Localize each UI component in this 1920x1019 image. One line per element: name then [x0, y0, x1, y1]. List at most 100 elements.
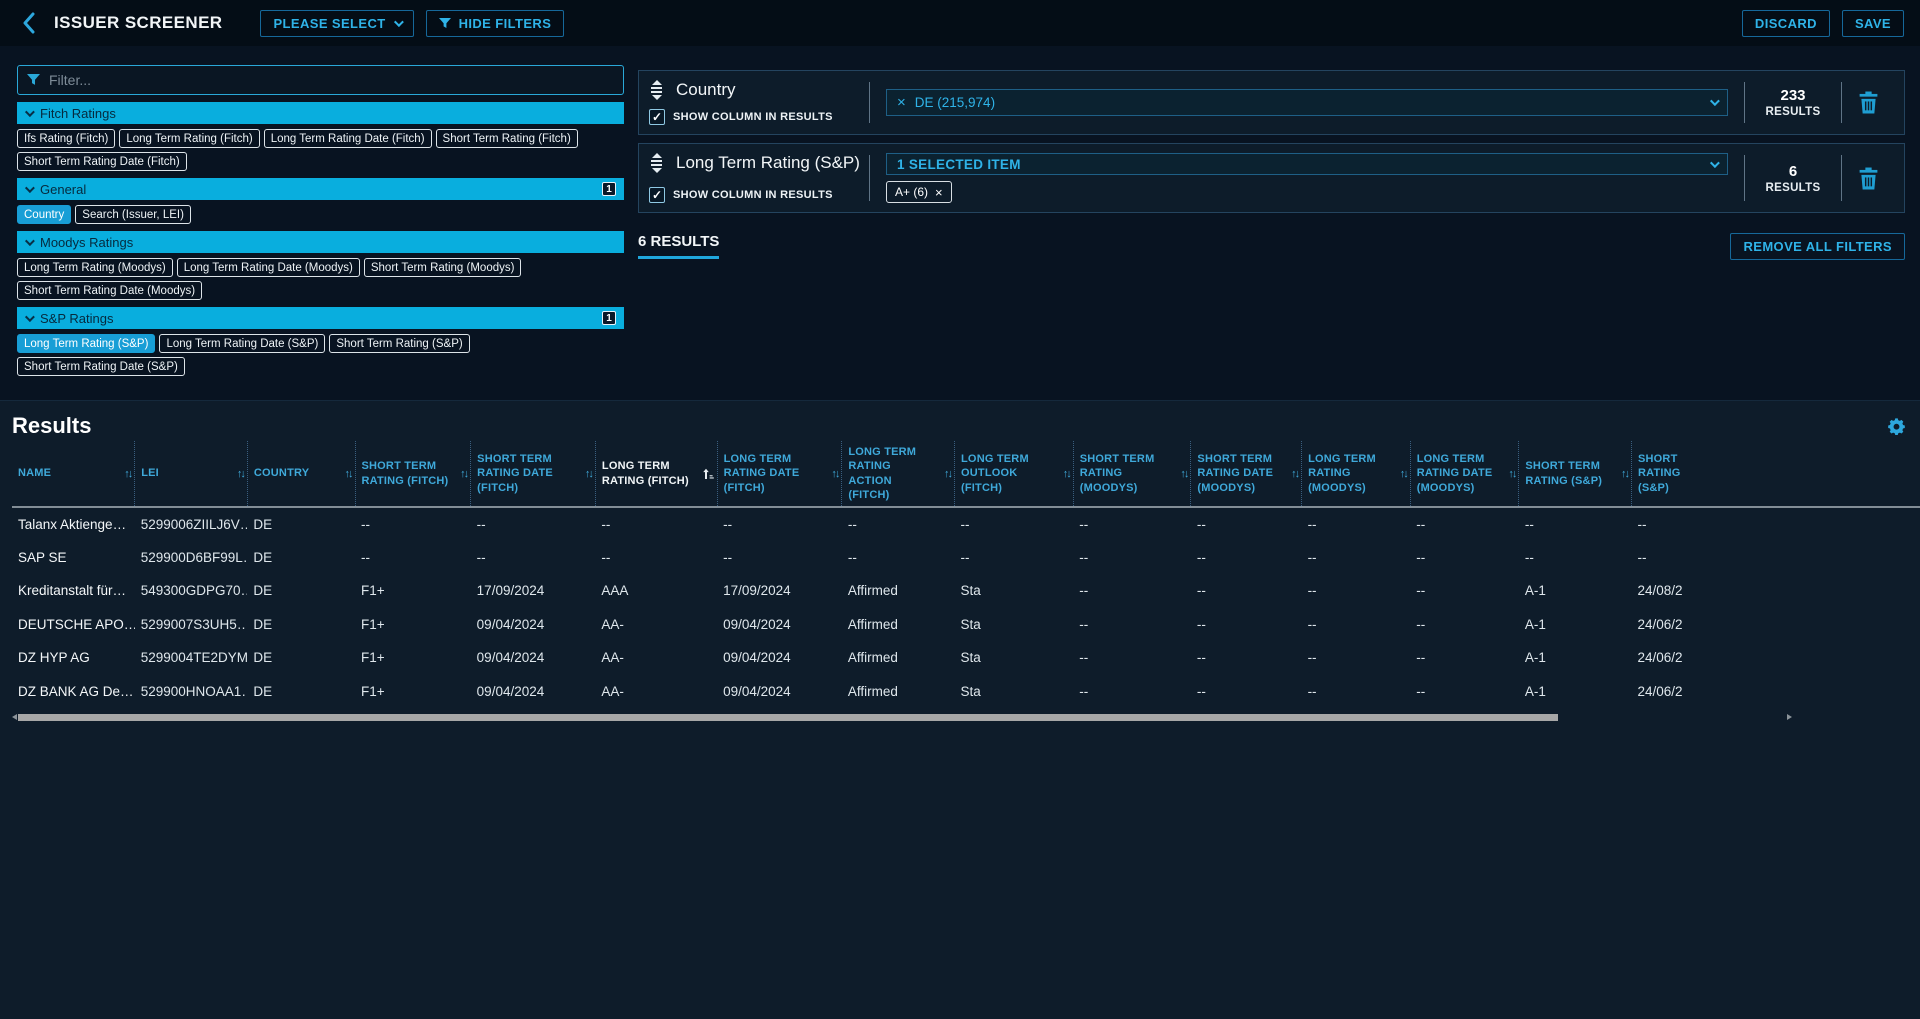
rating-value-dropdown[interactable]: 1 SELECTED ITEM	[886, 153, 1728, 175]
table-cell: --	[955, 507, 1074, 541]
column-header-short-term-rating-date-fitch[interactable]: SHORT TERM RATING DATE (FITCH)↑↓	[471, 441, 596, 507]
drag-handle-icon[interactable]	[649, 153, 664, 173]
filter-section-header-general[interactable]: General1	[17, 178, 624, 200]
table-cell: F1+	[355, 641, 471, 675]
filter-value-area: × DE (215,974)	[870, 78, 1744, 127]
table-cell: --	[1302, 608, 1411, 642]
column-header-name[interactable]: NAME↑↓	[12, 441, 135, 507]
discard-button[interactable]: DISCARD	[1742, 10, 1830, 37]
results-count-tab[interactable]: 6 RESULTS	[638, 233, 719, 259]
delete-filter-button[interactable]	[1842, 151, 1894, 205]
filter-chip-short-term-rating-date-moodys[interactable]: Short Term Rating Date (Moodys)	[17, 281, 202, 300]
chevron-down-icon	[1710, 158, 1720, 168]
filter-chip-search-issuer-lei[interactable]: Search (Issuer, LEI)	[75, 205, 191, 224]
sort-arrows-icon: ↑↓	[1063, 466, 1070, 480]
filter-chip-long-term-rating-moodys[interactable]: Long Term Rating (Moodys)	[17, 258, 173, 277]
table-cell: AA-	[595, 675, 717, 709]
table-row[interactable]: DZ HYP AG5299004TE2DYM…DEF1+09/04/2024AA…	[12, 641, 1920, 675]
table-row[interactable]: DEUTSCHE APO…5299007S3UH5…DEF1+09/04/202…	[12, 608, 1920, 642]
sort-arrows-icon: ↑↓	[1508, 466, 1515, 480]
table-cell: 549300GDPG70…	[135, 574, 248, 608]
hide-filters-button[interactable]: HIDE FILTERS	[426, 10, 565, 37]
table-row[interactable]: SAP SE529900D6BF99L…DE------------------…	[12, 541, 1920, 575]
filter-chip-long-term-rating-fitch[interactable]: Long Term Rating (Fitch)	[119, 129, 259, 148]
sort-arrows-icon: ↑↓	[585, 466, 592, 480]
table-cell: --	[1302, 641, 1411, 675]
close-icon[interactable]: ×	[935, 185, 943, 200]
sort-arrows-icon: ↑↓	[1621, 466, 1628, 480]
filter-list-panel: Fitch RatingsIfs Rating (Fitch)Long Term…	[17, 65, 624, 376]
preset-select-dropdown[interactable]: PLEASE SELECT	[260, 10, 413, 37]
filter-section-header-s-p-ratings[interactable]: S&P Ratings1	[17, 307, 624, 329]
table-cell: DE	[247, 675, 355, 709]
column-header-short-rating-s-p[interactable]: SHORT RATING (S&P)↑↓	[1632, 441, 1920, 507]
chevron-down-icon	[25, 183, 35, 193]
remove-all-filters-button[interactable]: REMOVE ALL FILTERS	[1730, 233, 1905, 260]
filter-chip-short-term-rating-date-fitch[interactable]: Short Term Rating Date (Fitch)	[17, 152, 187, 171]
filter-chip-ifs-rating-fitch[interactable]: Ifs Rating (Fitch)	[17, 129, 115, 148]
table-cell: --	[842, 541, 955, 575]
filter-search-field[interactable]	[17, 65, 624, 95]
filter-search-input[interactable]	[49, 72, 614, 88]
horizontal-scrollbar[interactable]	[12, 713, 1908, 722]
column-header-long-term-rating-date-fitch[interactable]: LONG TERM RATING DATE (FITCH)↑↓	[717, 441, 842, 507]
filter-chip-long-term-rating-date-s-p[interactable]: Long Term Rating Date (S&P)	[159, 334, 325, 353]
show-column-toggle[interactable]: ✓ SHOW COLUMN IN RESULTS	[649, 187, 869, 203]
filter-chip-long-term-rating-date-fitch[interactable]: Long Term Rating Date (Fitch)	[264, 129, 432, 148]
selected-item-tag[interactable]: A+ (6) ×	[886, 181, 952, 203]
filter-chip-long-term-rating-s-p[interactable]: Long Term Rating (S&P)	[17, 334, 155, 353]
table-row[interactable]: Talanx Aktienge…5299006ZIILJ6V…DE-------…	[12, 507, 1920, 541]
column-header-country[interactable]: COUNTRY↑↓	[247, 441, 355, 507]
country-value-dropdown[interactable]: × DE (215,974)	[886, 89, 1728, 116]
column-header-short-term-rating-s-p[interactable]: SHORT TERM RATING (S&P)↑↓	[1519, 441, 1632, 507]
column-header-label: SHORT RATING (S&P)	[1638, 452, 1698, 495]
scroll-left-arrow-icon[interactable]	[12, 714, 17, 720]
table-settings-button[interactable]	[1887, 413, 1906, 436]
chevron-down-icon	[25, 312, 35, 322]
column-header-short-term-rating-date-moodys[interactable]: SHORT TERM RATING DATE (MOODYS)↑↓	[1191, 441, 1302, 507]
column-header-long-term-outlook-fitch[interactable]: LONG TERM OUTLOOK (FITCH)↑↓	[955, 441, 1074, 507]
column-header-long-term-rating-fitch[interactable]: LONG TERM RATING (FITCH)	[595, 441, 717, 507]
filter-chip-short-term-rating-s-p[interactable]: Short Term Rating (S&P)	[329, 334, 469, 353]
filter-chip-long-term-rating-date-moodys[interactable]: Long Term Rating Date (Moodys)	[177, 258, 360, 277]
table-cell: --	[355, 541, 471, 575]
save-label: SAVE	[1855, 16, 1891, 31]
filter-chip-short-term-rating-date-s-p[interactable]: Short Term Rating Date (S&P)	[17, 357, 185, 376]
sort-arrows-icon: ↑↓	[345, 466, 352, 480]
table-cell: 24/06/2	[1632, 608, 1920, 642]
column-header-long-term-rating-action-fitch[interactable]: LONG TERM RATING ACTION (FITCH)↑↓	[842, 441, 955, 507]
column-header-short-term-rating-fitch[interactable]: SHORT TERM RATING (FITCH)↑↓	[355, 441, 471, 507]
results-panel: Results NAME↑↓LEI↑↓COUNTRY↑↓SHORT TERM R…	[0, 400, 1920, 1019]
column-header-short-term-rating-moodys[interactable]: SHORT TERM RATING (MOODYS)↑↓	[1073, 441, 1191, 507]
table-cell: AAA	[595, 574, 717, 608]
drag-handle-icon[interactable]	[649, 80, 664, 100]
filter-section-header-moodys-ratings[interactable]: Moodys Ratings	[17, 231, 624, 253]
column-header-lei[interactable]: LEI↑↓	[135, 441, 248, 507]
scrollbar-thumb[interactable]	[18, 714, 1558, 721]
sort-asc-icon	[701, 467, 714, 480]
back-button[interactable]	[16, 10, 42, 36]
table-row[interactable]: Kreditanstalt für…549300GDPG70…DEF1+17/0…	[12, 574, 1920, 608]
table-cell: 09/04/2024	[471, 675, 596, 709]
delete-filter-button[interactable]	[1842, 78, 1894, 127]
filter-chip-short-term-rating-moodys[interactable]: Short Term Rating (Moodys)	[364, 258, 522, 277]
scroll-right-arrow-icon[interactable]	[1787, 714, 1792, 720]
show-column-toggle[interactable]: ✓ SHOW COLUMN IN RESULTS	[649, 109, 869, 125]
column-header-long-term-rating-date-moodys[interactable]: LONG TERM RATING DATE (MOODYS) ↑↓	[1410, 441, 1519, 507]
table-cell: --	[1632, 541, 1920, 575]
sort-arrows-icon: ↑↓	[237, 466, 244, 480]
table-cell: 24/06/2	[1632, 675, 1920, 709]
close-icon[interactable]: ×	[897, 95, 906, 110]
results-title: Results	[12, 413, 91, 439]
table-cell: A-1	[1519, 641, 1632, 675]
filter-chip-short-term-rating-fitch[interactable]: Short Term Rating (Fitch)	[436, 129, 578, 148]
table-cell: Affirmed	[842, 608, 955, 642]
save-button[interactable]: SAVE	[1842, 10, 1904, 37]
column-header-label: LONG TERM RATING DATE (MOODYS)	[1417, 452, 1499, 495]
column-header-long-term-rating-moodys[interactable]: LONG TERM RATING (MOODYS)↑↓	[1302, 441, 1411, 507]
filter-chip-country[interactable]: Country	[17, 205, 71, 224]
table-row[interactable]: DZ BANK AG De…529900HNOAA1…DEF1+09/04/20…	[12, 675, 1920, 709]
filter-section-header-fitch-ratings[interactable]: Fitch Ratings	[17, 102, 624, 124]
table-cell: --	[1191, 675, 1302, 709]
table-cell: --	[1191, 541, 1302, 575]
